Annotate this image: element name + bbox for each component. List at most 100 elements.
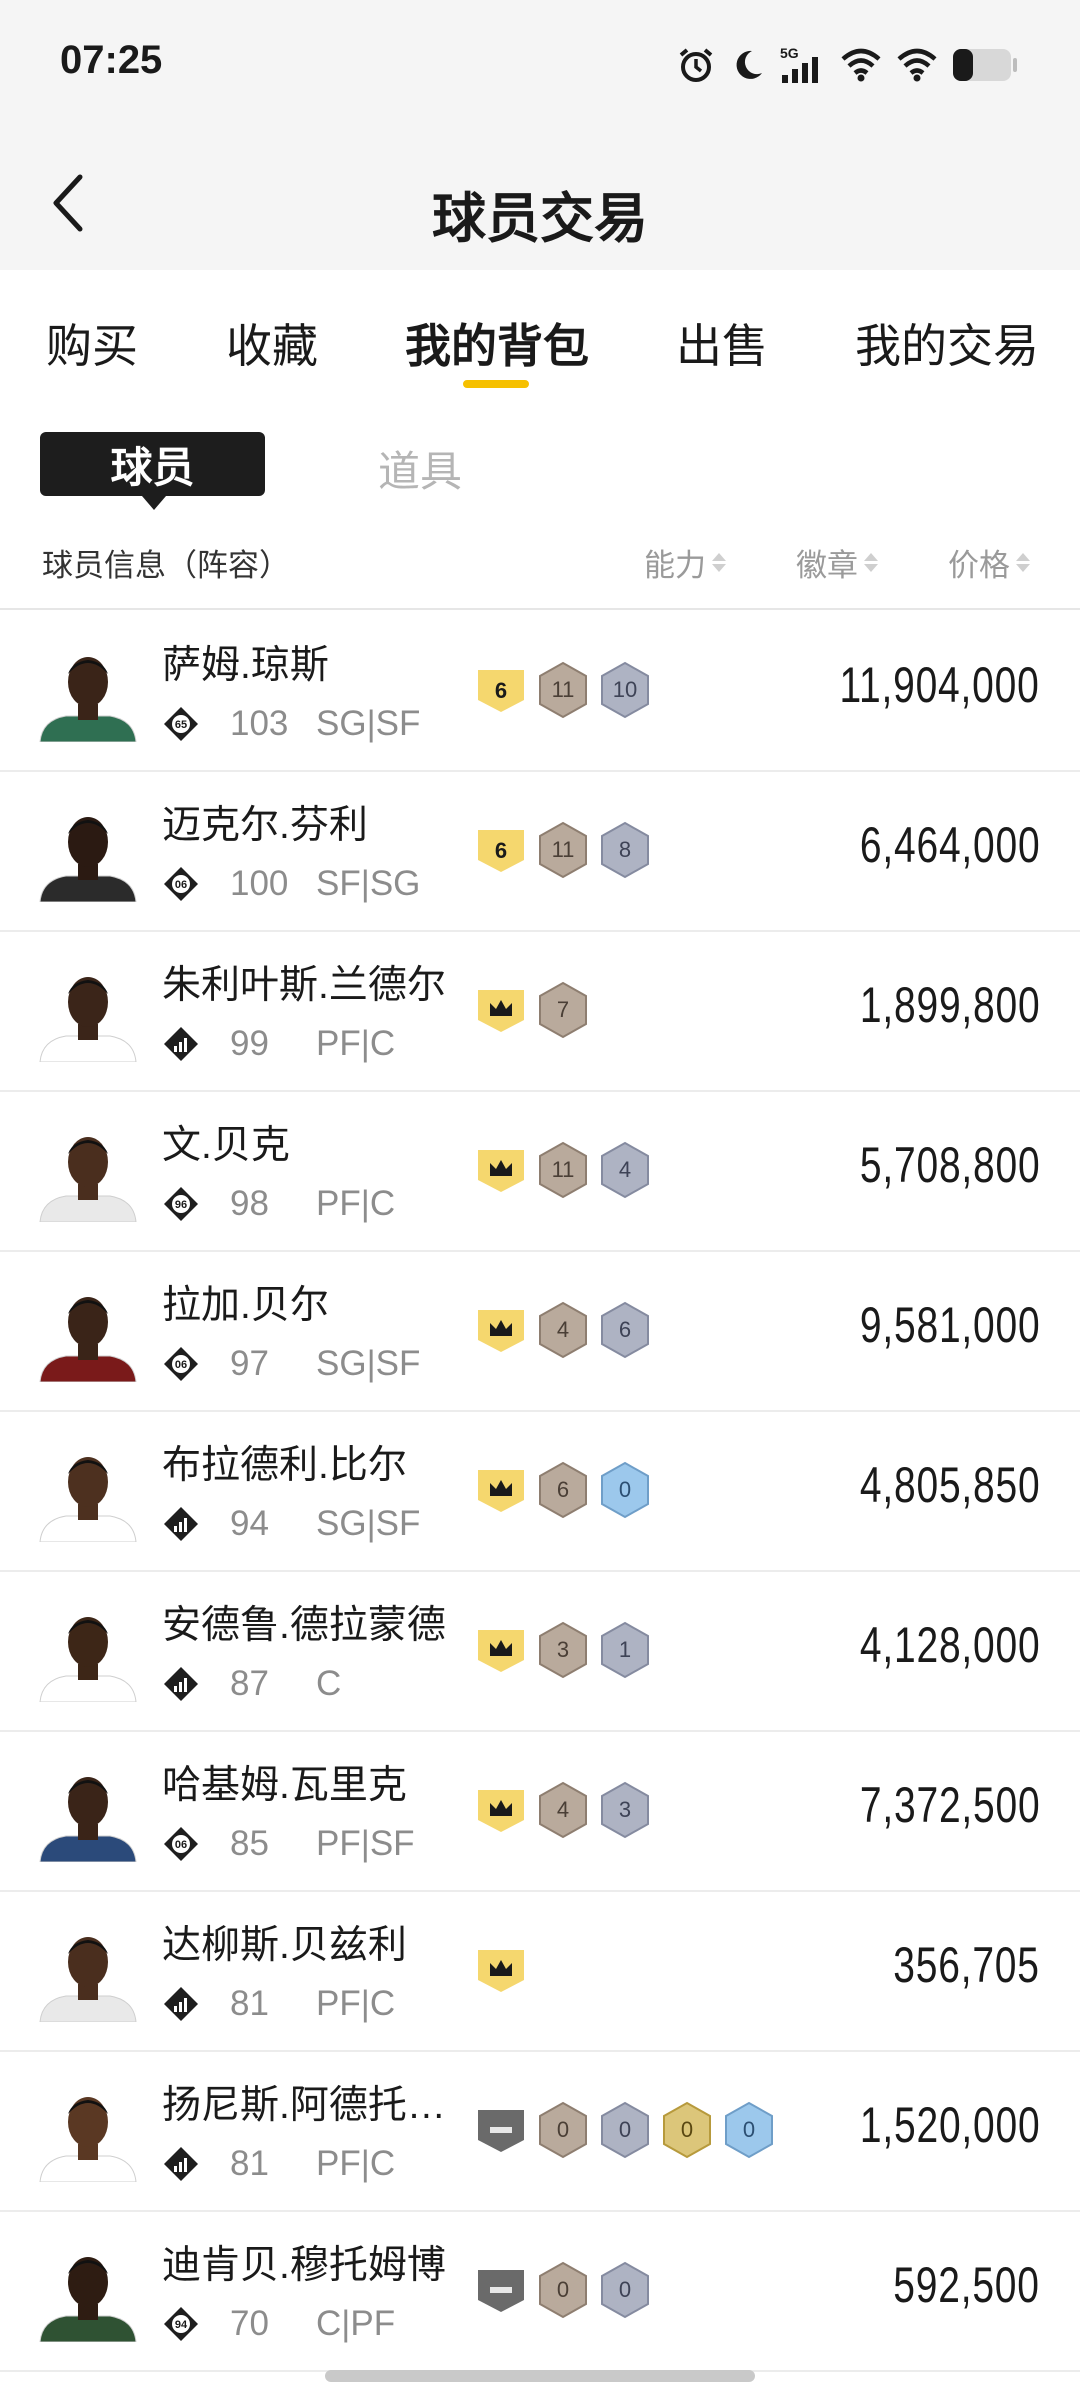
player-avatar (38, 962, 138, 1062)
svg-text:0: 0 (681, 2117, 693, 2142)
status-bar: 07:25 5G (0, 0, 1080, 130)
player-row[interactable]: 迈克尔.芬利 06 100 SF|SG 6 11 8 6,464,000 (0, 772, 1080, 932)
player-row[interactable]: 朱利叶斯.兰德尔 99 PF|C 7 1,899,800 (0, 932, 1080, 1092)
sort-ability-label: 能力 (644, 548, 706, 583)
player-badges: 46 (475, 1300, 651, 1360)
player-position: SG|SF (316, 1344, 421, 1383)
player-badges: 31 (475, 1620, 651, 1680)
player-badges: 6 11 10 (475, 660, 651, 720)
sort-ability[interactable]: 能力 (644, 540, 726, 585)
player-price: 4,805,850 (859, 1457, 1040, 1513)
player-row[interactable]: 萨姆.琼斯 65 103 SG|SF 6 11 10 11,904,000 (0, 612, 1080, 772)
player-price: 6,464,000 (859, 817, 1040, 873)
svg-text:8: 8 (619, 837, 631, 862)
svg-text:4: 4 (557, 1317, 569, 1342)
player-ability: 99 (230, 1024, 269, 1063)
empty-shield-icon (475, 2104, 527, 2156)
silver-hex-badge-icon: 0 (599, 2261, 651, 2319)
sort-badges-label: 徽章 (796, 548, 858, 583)
svg-text:6: 6 (495, 678, 507, 703)
sort-badges[interactable]: 徽章 (796, 540, 878, 585)
player-price: 7,372,500 (859, 1777, 1040, 1833)
player-ability: 98 (230, 1184, 269, 1223)
svg-text:4: 4 (619, 1157, 631, 1182)
page-title: 球员交易 (432, 189, 648, 249)
rating-diamond-icon: 06 (163, 866, 199, 902)
tab-buy[interactable]: 购买 (46, 310, 138, 376)
tab-sell[interactable]: 出售 (676, 310, 768, 376)
crown-shield-icon (475, 1464, 527, 1516)
subtab-items[interactable]: 道具 (378, 438, 462, 499)
bronze-hex-badge-icon: 3 (537, 1621, 589, 1679)
player-avatar (38, 1282, 138, 1382)
player-row[interactable]: 安德鲁.德拉蒙德 87 C 3 1 4,128,000 (0, 1572, 1080, 1732)
wifi-secondary-icon (897, 48, 937, 82)
player-avatar (38, 2242, 138, 2342)
rating-diamond-icon: 06 (163, 1826, 199, 1862)
player-avatar (38, 642, 138, 742)
silver-hex-badge-icon: 0 (599, 2101, 651, 2159)
svg-text:6: 6 (619, 1317, 631, 1342)
subtab-players[interactable]: 球员 (40, 432, 265, 510)
player-position: PF|C (316, 2144, 396, 2183)
player-position: SG|SF (316, 1504, 421, 1543)
bronze-hex-badge-icon: 6 (537, 1461, 589, 1519)
svg-text:11: 11 (552, 837, 575, 862)
svg-text:0: 0 (743, 2117, 755, 2142)
silver-hex-badge-icon: 4 (599, 1141, 651, 1199)
player-row[interactable]: 达柳斯.贝兹利 81 PF|C 356,705 (0, 1892, 1080, 2052)
column-header: 球员信息（阵容） 能力 徽章 价格 (0, 530, 1080, 610)
player-badges: 11 4 (475, 1140, 651, 1200)
player-ability: 85 (230, 1824, 269, 1863)
sort-arrows-icon (864, 553, 878, 572)
player-name: 拉加.贝尔 (162, 1284, 329, 1327)
svg-text:0: 0 (619, 2117, 631, 2142)
svg-text:94: 94 (175, 2319, 188, 2331)
silver-hex-badge-icon: 1 (599, 1621, 651, 1679)
blue-hex-badge-icon: 0 (599, 1461, 651, 1519)
player-avatar (38, 1762, 138, 1862)
player-row[interactable]: 哈基姆.瓦里克 06 85 PF|SF 4 3 7,372,500 (0, 1732, 1080, 1892)
tab-favorites[interactable]: 收藏 (226, 310, 318, 376)
status-icons: 5G (676, 40, 1018, 90)
silver-hex-badge-icon: 3 (599, 1781, 651, 1839)
svg-text:1: 1 (619, 1637, 631, 1662)
player-row[interactable]: 布拉德利.比尔 94 SG|SF 6 0 4,805,850 (0, 1412, 1080, 1572)
home-indicator[interactable] (325, 2370, 755, 2382)
silver-hex-badge-icon: 10 (599, 661, 651, 719)
tab-my-backpack[interactable]: 我的背包 (405, 310, 589, 376)
svg-text:4: 4 (557, 1797, 569, 1822)
player-badges: 00 (475, 2260, 651, 2320)
player-name: 扬尼斯.阿德托… (162, 2084, 446, 2127)
svg-text:06: 06 (175, 1839, 187, 1851)
player-ability: 94 (230, 1504, 269, 1543)
player-row[interactable]: 扬尼斯.阿德托… 81 PF|C 0 0 0 0 1,520,000 (0, 2052, 1080, 2212)
player-position: SG|SF (316, 704, 421, 743)
player-row[interactable]: 拉加.贝尔 06 97 SG|SF 4 6 9,581,000 (0, 1252, 1080, 1412)
sort-price[interactable]: 价格 (948, 540, 1030, 585)
svg-text:11: 11 (552, 1157, 575, 1182)
sort-arrows-icon (712, 553, 726, 572)
level-shield-icon: 6 (475, 824, 527, 876)
player-name: 文.贝克 (162, 1124, 290, 1167)
player-row[interactable]: 文.贝克 96 98 PF|C 11 4 5,708,800 (0, 1092, 1080, 1252)
tab-my-trades[interactable]: 我的交易 (855, 310, 1039, 376)
sub-tabs: 球员 道具 (0, 420, 1080, 520)
column-player-info: 球员信息（阵容） (42, 548, 290, 583)
gold-hex-badge-icon: 0 (661, 2101, 713, 2159)
player-price: 1,520,000 (859, 2097, 1040, 2153)
bronze-hex-badge-icon: 11 (537, 1141, 589, 1199)
blue-hex-badge-icon: 0 (723, 2101, 775, 2159)
player-avatar (38, 1442, 138, 1542)
svg-text:11: 11 (552, 677, 575, 702)
player-position: SF|SG (316, 864, 421, 903)
wifi-icon (841, 48, 881, 82)
main-tabs: 购买 收藏 我的背包 出售 我的交易 (0, 270, 1080, 400)
player-name: 哈基姆.瓦里克 (162, 1764, 407, 1807)
player-ability: 87 (230, 1664, 269, 1703)
player-price: 592,500 (893, 2257, 1040, 2313)
alarm-icon (679, 48, 713, 82)
player-row[interactable]: 迪肯贝.穆托姆博 94 70 C|PF 0 0 592,500 (0, 2212, 1080, 2372)
svg-text:0: 0 (619, 1477, 631, 1502)
bronze-hex-badge-icon: 11 (537, 821, 589, 879)
